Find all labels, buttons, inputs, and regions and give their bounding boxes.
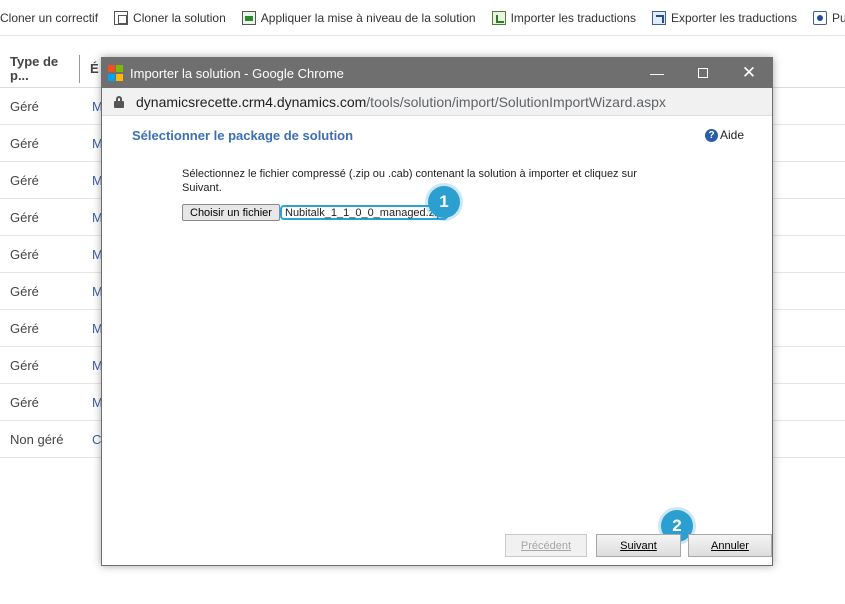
help-label: Aide — [720, 128, 745, 142]
import-translations-button[interactable]: Importer les traductions — [484, 0, 644, 35]
cell-type: Géré — [10, 209, 39, 225]
publish-button[interactable]: Publier t — [805, 0, 845, 35]
minimize-button[interactable]: — — [634, 58, 680, 88]
step-badge-1: 1 — [428, 186, 460, 218]
export-translations-label: Exporter les traductions — [670, 10, 798, 25]
help-icon: ? — [705, 128, 718, 142]
cell-type: Géré — [10, 283, 39, 299]
clone-solution-label: Cloner la solution — [133, 10, 226, 25]
url-host: dynamicsrecette.crm4.dynamics.com — [136, 93, 367, 110]
close-icon: ✕ — [741, 63, 757, 82]
url-path: /tools/solution/import/SolutionImportWiz… — [366, 93, 666, 110]
address-bar[interactable]: dynamicsrecette.crm4.dynamics.com/tools/… — [102, 88, 772, 116]
previous-button[interactable]: Précédent — [505, 534, 587, 557]
clone-solution-button[interactable]: Cloner la solution — [106, 0, 234, 35]
import-icon — [491, 10, 506, 25]
cell-type: Géré — [10, 320, 39, 336]
help-link[interactable]: ? Aide — [705, 128, 744, 142]
column-header-name[interactable]: É — [80, 61, 99, 76]
cell-type: Géré — [10, 98, 39, 114]
window-title: Importer la solution - Google Chrome — [130, 65, 344, 81]
publish-icon — [813, 10, 828, 25]
cell-type: Non géré — [10, 431, 64, 447]
cancel-button[interactable]: Annuler — [688, 534, 772, 557]
window-titlebar: Importer la solution - Google Chrome — ✕ — [102, 58, 772, 88]
clone-patch-label: Cloner un correctif — [0, 10, 99, 25]
cell-type: Géré — [10, 135, 39, 151]
minimize-icon: — — [650, 65, 664, 81]
page-title: Sélectionner le package de solution — [132, 128, 354, 143]
choose-file-button[interactable]: Choisir un fichier — [182, 204, 280, 221]
selected-file-name: Nubitalk_1_1_0_0_managed.zip — [280, 205, 448, 220]
cell-type: Géré — [10, 394, 39, 410]
publish-label: Publier t — [832, 10, 845, 25]
command-bar: Cloner un correctif Cloner la solution A… — [0, 0, 845, 36]
apply-upgrade-label: Appliquer la mise à niveau de la solutio… — [260, 10, 476, 25]
export-icon — [651, 10, 666, 25]
cell-name-link[interactable]: C — [92, 432, 101, 447]
apply-upgrade-button[interactable]: Appliquer la mise à niveau de la solutio… — [234, 0, 484, 35]
dialog-content: Sélectionner le package de solution ? Ai… — [102, 116, 772, 565]
dynamics-logo-icon — [108, 65, 124, 81]
import-solution-dialog: Importer la solution - Google Chrome — ✕… — [101, 57, 773, 566]
close-button[interactable]: ✕ — [726, 58, 772, 88]
cell-type: Géré — [10, 357, 39, 373]
next-button[interactable]: Suivant — [596, 534, 681, 557]
column-header-type[interactable]: Type de p... — [0, 54, 80, 83]
export-translations-button[interactable]: Exporter les traductions — [644, 0, 805, 35]
lock-icon — [114, 95, 124, 108]
clone-icon — [114, 10, 129, 25]
clone-patch-button[interactable]: Cloner un correctif — [0, 0, 106, 35]
maximize-icon — [698, 68, 708, 78]
import-translations-label: Importer les traductions — [510, 10, 636, 25]
instructions-text: Sélectionnez le fichier compressé (.zip … — [182, 168, 637, 194]
maximize-button[interactable] — [680, 58, 726, 88]
cell-type: Géré — [10, 246, 39, 262]
cell-type: Géré — [10, 172, 39, 188]
upgrade-icon — [241, 10, 256, 25]
